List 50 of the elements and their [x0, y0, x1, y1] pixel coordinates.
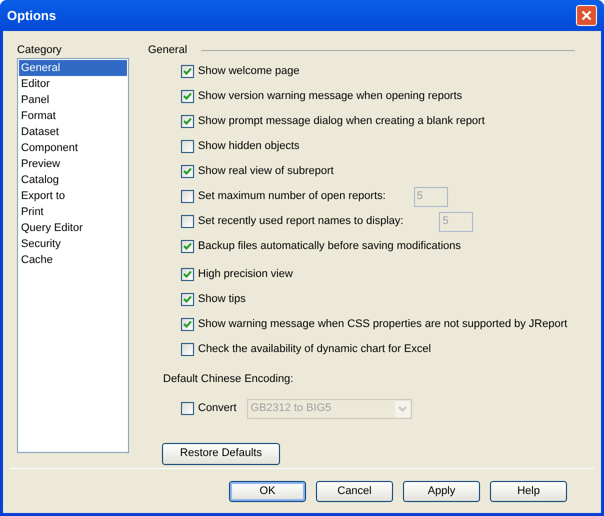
section-title: General — [148, 42, 188, 58]
checkbox[interactable] — [181, 268, 194, 281]
checkbox[interactable] — [181, 115, 194, 128]
checkbox[interactable] — [181, 343, 194, 356]
checkbox[interactable] — [181, 65, 194, 78]
restore-defaults-button[interactable]: Restore Defaults — [162, 442, 280, 464]
close-button[interactable] — [576, 5, 597, 26]
encoding-label: Default Chinese Encoding: — [163, 372, 294, 387]
window-title: Options — [7, 6, 56, 25]
option-label: Show prompt message dialog when creating a blank report — [198, 114, 485, 130]
checkbox[interactable] — [181, 402, 194, 415]
category-item[interactable]: Print — [19, 204, 127, 220]
option-label: Show warning message when CSS properties are not supported by JReport — [198, 317, 568, 332]
checkbox[interactable] — [181, 215, 194, 228]
convert-label: Convert — [198, 401, 237, 416]
option-label: Show tips — [198, 292, 246, 308]
option-label: Show welcome page — [198, 64, 300, 80]
option-label: Backup files automatically before saving modifications — [198, 239, 461, 254]
checkbox[interactable] — [181, 190, 194, 203]
category-item[interactable]: Component — [19, 140, 127, 156]
category-item[interactable]: Dataset — [19, 124, 127, 140]
category-item[interactable]: Query Editor — [19, 220, 127, 236]
checkbox[interactable] — [181, 140, 194, 153]
dialog-button[interactable]: Help — [490, 480, 567, 502]
category-item[interactable]: Security — [19, 236, 127, 252]
category-item[interactable]: Catalog — [19, 172, 127, 188]
checkbox[interactable] — [181, 240, 194, 253]
category-item[interactable]: Preview — [19, 156, 127, 172]
category-item[interactable]: Cache — [19, 252, 127, 268]
dialog-button[interactable]: Cancel — [316, 480, 393, 502]
close-icon — [581, 10, 592, 21]
option-label: Set recently used report names to display: — [198, 214, 404, 230]
checkbox[interactable] — [181, 165, 194, 178]
option-label: Show hidden objects — [198, 139, 300, 154]
checkbox[interactable] — [181, 293, 194, 306]
category-item[interactable]: Export to — [19, 188, 127, 204]
category-item[interactable]: Format — [19, 108, 127, 124]
checkbox[interactable] — [181, 90, 194, 103]
category-item[interactable]: General — [19, 60, 127, 76]
option-label: High precision view — [198, 267, 293, 282]
checkbox[interactable] — [181, 318, 194, 331]
option-label: Show version warning message when opening reports — [198, 89, 462, 104]
dialog-button[interactable]: OK — [229, 480, 306, 502]
category-item[interactable]: Editor — [19, 76, 127, 92]
category-label: Category — [17, 43, 63, 58]
option-label: Set maximum number of open reports: — [198, 189, 386, 204]
option-label: Check the availability of dynamic chart for Excel — [198, 342, 431, 358]
dialog-button[interactable]: Apply — [403, 480, 480, 502]
option-label: Show real view of subreport — [198, 164, 334, 180]
category-item[interactable]: Panel — [19, 92, 127, 108]
